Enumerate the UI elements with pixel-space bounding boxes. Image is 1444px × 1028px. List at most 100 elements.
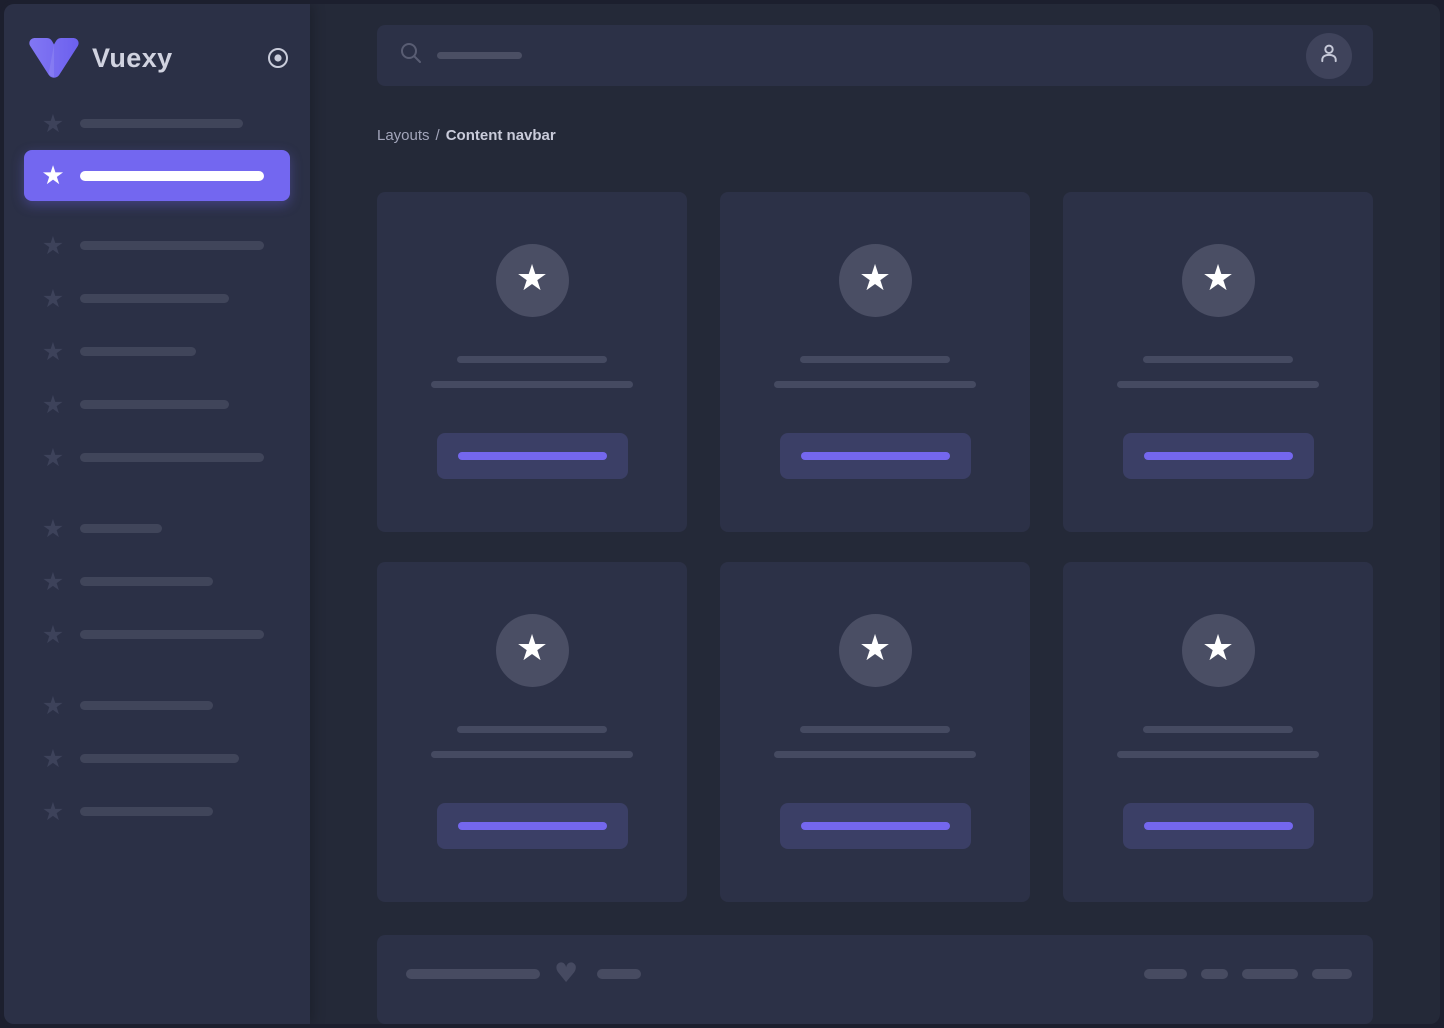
breadcrumb-current: Content navbar [446, 127, 556, 144]
sidebar-item[interactable]: ★ [4, 608, 310, 661]
skeleton-text-bar [800, 726, 950, 733]
sidebar-item[interactable]: ★ [4, 679, 310, 732]
brand-name: Vuexy [92, 43, 173, 74]
button-label-bar [458, 452, 607, 460]
skeleton-bar [80, 524, 162, 533]
top-navbar [377, 25, 1373, 86]
card-button[interactable] [437, 433, 628, 479]
footer-skeleton-bar [1312, 969, 1352, 979]
footer-links [1144, 969, 1352, 979]
sidebar-item[interactable]: ★ [4, 785, 310, 838]
star-icon: ★ [38, 746, 68, 771]
skeleton-text-bar [1143, 356, 1293, 363]
skeleton-bar [80, 294, 229, 303]
skeleton-text-bar [457, 356, 607, 363]
star-icon: ★ [859, 261, 891, 297]
sidebar-item[interactable]: ★ [4, 732, 310, 785]
star-icon: ★ [516, 631, 548, 667]
footer-skeleton-bar [1144, 969, 1187, 979]
card: ★ [720, 562, 1030, 902]
search-placeholder-bar [437, 52, 522, 59]
heart-icon: ♥ [554, 962, 578, 986]
star-icon: ★ [38, 516, 68, 541]
star-icon: ★ [38, 622, 68, 647]
button-label-bar [1144, 452, 1293, 460]
button-label-bar [801, 452, 950, 460]
star-icon: ★ [1202, 631, 1234, 667]
sidebar-item-active[interactable]: ★ [24, 150, 290, 201]
card-button[interactable] [780, 433, 971, 479]
skeleton-text-bar [1117, 381, 1319, 388]
button-label-bar [1144, 822, 1293, 830]
person-icon [1316, 40, 1342, 71]
card-button[interactable] [780, 803, 971, 849]
search-input[interactable] [399, 41, 1306, 70]
button-label-bar [801, 822, 950, 830]
star-icon: ★ [1202, 261, 1234, 297]
star-icon: ★ [38, 233, 68, 258]
card-button[interactable] [437, 803, 628, 849]
sidebar: Vuexy ★★★★★★★★★★★★★ [4, 4, 310, 1024]
card: ★ [720, 192, 1030, 532]
breadcrumb-parent[interactable]: Layouts [377, 127, 430, 144]
card-button[interactable] [1123, 803, 1314, 849]
star-icon: ★ [38, 111, 68, 136]
app-frame: Vuexy ★★★★★★★★★★★★★ [0, 0, 1444, 1028]
sidebar-item[interactable]: ★ [4, 555, 310, 608]
skeleton-text-bar [431, 381, 633, 388]
skeleton-bar [80, 701, 213, 710]
star-icon: ★ [38, 693, 68, 718]
card-avatar: ★ [839, 244, 912, 317]
skeleton-text-bar [774, 381, 976, 388]
user-avatar[interactable] [1306, 33, 1352, 79]
footer-row: ♥ [406, 962, 1352, 986]
skeleton-bar [80, 400, 229, 409]
radio-circle-icon[interactable] [266, 46, 290, 70]
breadcrumb: Layouts / Content navbar [377, 126, 1373, 144]
skeleton-text-bar [774, 751, 976, 758]
sidebar-item[interactable]: ★ [4, 272, 310, 325]
footer-skeleton-bar [406, 969, 540, 979]
sidebar-item[interactable]: ★ [4, 102, 310, 144]
sidebar-item[interactable]: ★ [4, 502, 310, 555]
main-content: Layouts / Content navbar ★ ★ ★ ★ ★ ★ ♥ [310, 4, 1440, 1024]
card: ★ [1063, 562, 1373, 902]
skeleton-bar [80, 119, 243, 128]
card-button[interactable] [1123, 433, 1314, 479]
card: ★ [377, 192, 687, 532]
sidebar-menu: ★★★★★★★★★★★★★ [4, 102, 310, 838]
star-icon: ★ [38, 799, 68, 824]
footer-skeleton-bar [597, 969, 641, 979]
skeleton-text-bar [1143, 726, 1293, 733]
card-avatar: ★ [496, 614, 569, 687]
star-icon: ★ [859, 631, 891, 667]
footer-card: ♥ [377, 935, 1373, 1024]
brand: Vuexy [4, 4, 310, 82]
skeleton-bar [80, 241, 264, 250]
skeleton-text-bar [431, 751, 633, 758]
vuexy-logo-icon [28, 36, 80, 80]
sidebar-item[interactable]: ★ [4, 431, 310, 484]
skeleton-text-bar [800, 356, 950, 363]
card: ★ [1063, 192, 1373, 532]
card-avatar: ★ [1182, 244, 1255, 317]
sidebar-item[interactable]: ★ [4, 378, 310, 431]
card-avatar: ★ [839, 614, 912, 687]
skeleton-text-bar [1117, 751, 1319, 758]
star-icon: ★ [38, 569, 68, 594]
skeleton-bar [80, 171, 264, 181]
sidebar-item[interactable]: ★ [4, 219, 310, 272]
star-icon: ★ [38, 286, 68, 311]
skeleton-bar [80, 630, 264, 639]
card-avatar: ★ [496, 244, 569, 317]
skeleton-bar [80, 807, 213, 816]
skeleton-bar [80, 347, 196, 356]
footer-skeleton-bar [1242, 969, 1298, 979]
skeleton-bar [80, 577, 213, 586]
star-icon: ★ [38, 445, 68, 470]
skeleton-bar [80, 754, 239, 763]
card: ★ [377, 562, 687, 902]
skeleton-bar [80, 453, 264, 462]
footer-skeleton-bar [1201, 969, 1228, 979]
sidebar-item[interactable]: ★ [4, 325, 310, 378]
